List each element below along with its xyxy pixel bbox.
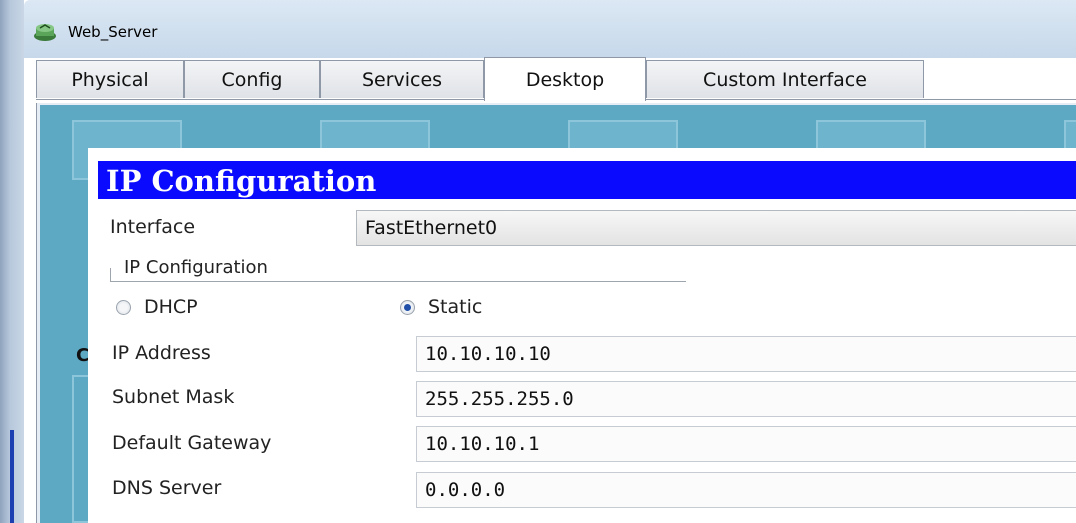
window-edge-accent [10,430,14,523]
tab-custom-interface[interactable]: Custom Interface [646,60,924,98]
static-label[interactable]: Static [428,296,482,318]
ip-config-title: IP Configuration [106,164,377,198]
dns-server-field[interactable]: 0.0.0.0 [416,472,1076,508]
tab-services[interactable]: Services [320,60,484,98]
group-border-top [110,281,686,282]
ip-address-label: IP Address [112,342,211,364]
dhcp-radio[interactable] [116,300,131,315]
tab-desktop[interactable]: Desktop [484,57,646,101]
dhcp-label[interactable]: DHCP [144,296,198,318]
ip-config-header: IP Configuration [98,161,1076,199]
default-gateway-label: Default Gateway [112,432,272,454]
group-border-left [110,268,111,282]
window-left-border [0,0,24,523]
tab-bar: Physical Config Services Desktop Custom … [36,57,1076,101]
title-bar: Web_Server [24,0,1076,58]
dns-server-label: DNS Server [112,477,222,499]
tab-config[interactable]: Config [184,60,320,98]
ip-config-group-legend: IP Configuration [120,257,272,278]
interface-label: Interface [110,216,196,238]
default-gateway-field[interactable]: 10.10.10.1 [416,426,1076,462]
router-app-icon [34,24,56,41]
tab-physical[interactable]: Physical [36,60,184,98]
subnet-mask-label: Subnet Mask [112,386,235,408]
window-title: Web_Server [68,23,158,41]
interface-select[interactable]: FastEthernet0 [356,210,1076,246]
ip-address-field[interactable]: 10.10.10.10 [416,336,1076,372]
static-radio[interactable] [400,300,415,315]
subnet-mask-field[interactable]: 255.255.255.0 [416,381,1076,417]
